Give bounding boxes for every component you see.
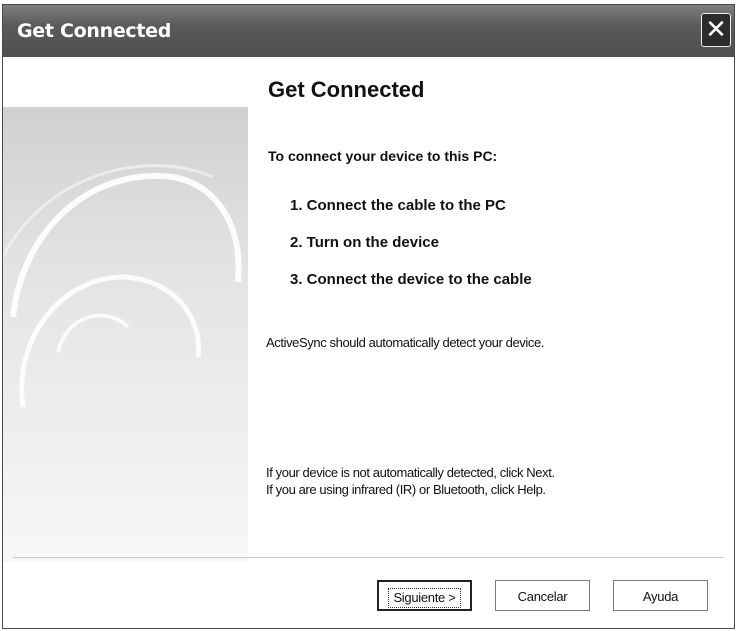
step-item: 3. Connect the device to the cable (290, 271, 532, 288)
step-item: 2. Turn on the device (290, 234, 439, 251)
window-title: Get Connected (17, 20, 172, 42)
decorative-swirl-image (3, 107, 248, 562)
next-button[interactable]: Siguiente > (377, 580, 472, 611)
step-item: 1. Connect the cable to the PC (290, 197, 506, 214)
get-connected-dialog: Get Connected ✕ Get Connected To connect… (2, 4, 735, 629)
next-button-label: Siguiente > (388, 588, 461, 608)
dialog-body: Get Connected To connect your device to … (3, 57, 734, 628)
help-line: If you are using infrared (IR) or Blueto… (266, 482, 546, 497)
steps-list: 1. Connect the cable to the PC 2. Turn o… (290, 197, 532, 308)
detect-note: ActiveSync should automatically detect y… (266, 335, 545, 350)
title-bar[interactable]: Get Connected ✕ (3, 5, 734, 57)
swirl-graphic (3, 164, 242, 408)
help-button[interactable]: Ayuda (613, 580, 708, 611)
separator-line (13, 557, 724, 558)
page-heading: Get Connected (268, 77, 425, 102)
intro-text: To connect your device to this PC: (268, 148, 498, 164)
cancel-button[interactable]: Cancelar (495, 580, 590, 611)
close-icon: ✕ (705, 14, 727, 44)
close-button[interactable]: ✕ (701, 13, 731, 47)
help-text: If your device is not automatically dete… (266, 464, 555, 498)
help-line: If your device is not automatically dete… (266, 465, 555, 480)
